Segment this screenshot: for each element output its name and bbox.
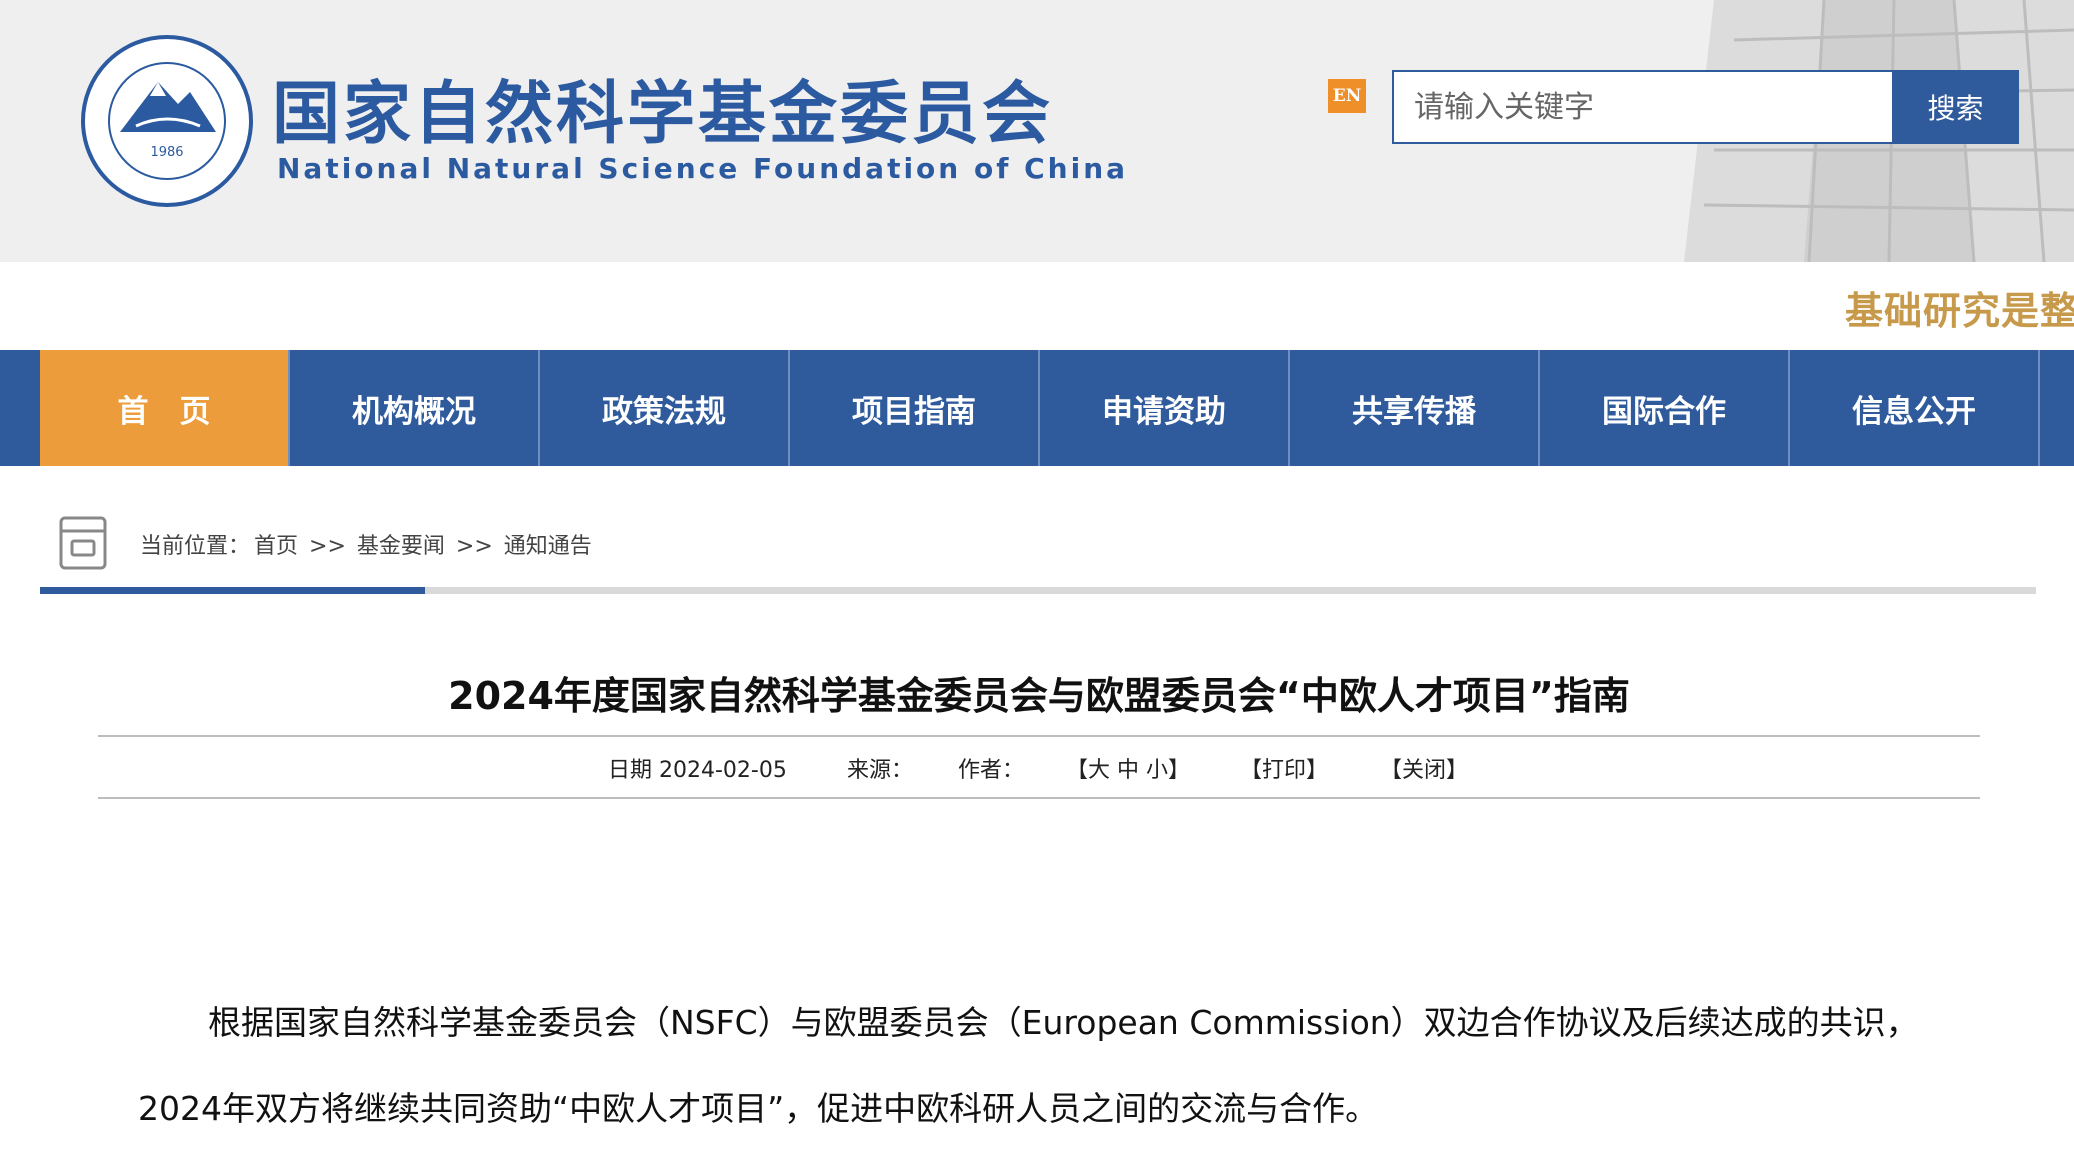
nav-divider	[788, 350, 790, 466]
nav-divider	[288, 350, 290, 466]
breadcrumb-link-home[interactable]: 首页	[254, 534, 298, 559]
title-divider	[98, 735, 1980, 737]
slogan-banner: 基础研究是整	[1845, 289, 2074, 333]
search-button[interactable]: 搜索	[1892, 70, 2019, 144]
site-title-en: National Natural Science Foundation of C…	[277, 152, 1129, 185]
location-book-icon	[59, 516, 107, 570]
breadcrumb-prefix: 当前位置：	[140, 534, 251, 559]
nav-item-guide[interactable]: 项目指南	[790, 350, 1038, 466]
site-title-cn: 国家自然科学基金委员会	[272, 75, 1054, 154]
breadcrumb-separator: >>	[309, 534, 346, 559]
breadcrumb-underline-accent	[40, 587, 425, 594]
nav-item-international[interactable]: 国际合作	[1540, 350, 1788, 466]
article-author-label: 作者：	[958, 758, 1025, 783]
article-title: 2024年度国家自然科学基金委员会与欧盟委员会“中欧人才项目”指南	[448, 674, 1630, 718]
breadcrumb-link-notices[interactable]: 通知通告	[504, 534, 592, 559]
article-date: 日期 2024-02-05	[608, 758, 787, 783]
print-link[interactable]: 【打印】	[1240, 752, 1328, 784]
breadcrumb-separator: >>	[455, 534, 493, 559]
breadcrumb-link-news[interactable]: 基金要闻	[357, 534, 445, 559]
article-source-label: 来源：	[847, 758, 914, 783]
nav-divider	[1538, 350, 1540, 466]
nav-divider	[1288, 350, 1290, 466]
svg-text:1986: 1986	[150, 145, 183, 160]
main-nav: 首 页 机构概况 政策法规 项目指南 申请资助 共享传播 国际合作 信息公开	[0, 350, 2074, 466]
search-input[interactable]	[1392, 70, 1962, 144]
nav-divider	[1788, 350, 1790, 466]
nsfc-logo[interactable]: 1986	[80, 34, 254, 208]
site-header: 1986 国家自然科学基金委员会 National Natural Scienc…	[0, 0, 2074, 262]
meta-divider	[98, 797, 1980, 799]
article-meta: 日期 2024-02-05 来源： 作者： 【大 中 小】 【打印】 【关闭】	[0, 752, 2074, 784]
nav-item-apply[interactable]: 申请资助	[1040, 350, 1288, 466]
nav-item-share[interactable]: 共享传播	[1290, 350, 1538, 466]
breadcrumb-underline	[40, 587, 2036, 594]
nav-item-home[interactable]: 首 页	[40, 350, 288, 466]
close-link[interactable]: 【关闭】	[1380, 752, 1468, 784]
nav-divider	[2038, 350, 2040, 466]
font-size-controls[interactable]: 【大 中 小】	[1066, 752, 1190, 784]
nav-item-policy[interactable]: 政策法规	[540, 350, 788, 466]
nav-divider	[538, 350, 540, 466]
nav-divider	[1038, 350, 1040, 466]
english-version-button[interactable]: EN	[1328, 79, 1366, 113]
nav-item-disclosure[interactable]: 信息公开	[1790, 350, 2038, 466]
article-paragraph: 根据国家自然科学基金委员会（NSFC）与欧盟委员会（European Commi…	[138, 1003, 1919, 1128]
breadcrumb: 当前位置： 首页 >> 基金要闻 >> 通知通告	[140, 528, 596, 560]
nav-item-about[interactable]: 机构概况	[290, 350, 538, 466]
